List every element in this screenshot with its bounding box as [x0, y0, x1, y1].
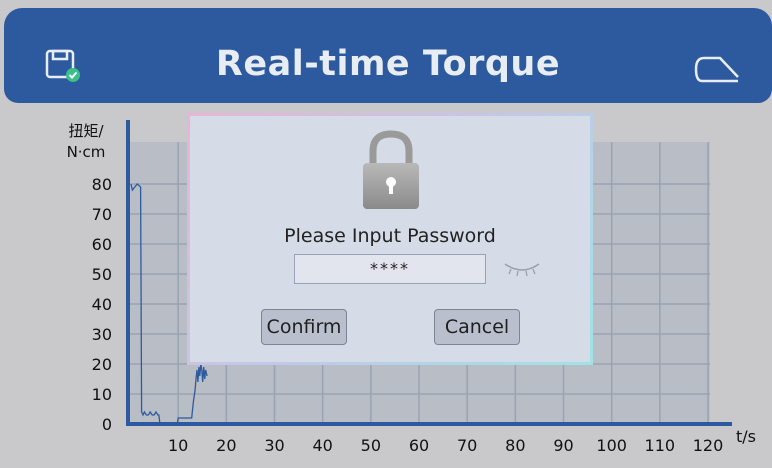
y-tick-labels: 0 10 20 30 40 50 60 70 80 — [92, 175, 112, 434]
x-tick-label: 70 — [457, 436, 477, 455]
lock-icon — [363, 130, 419, 209]
x-tick-label: 120 — [693, 436, 724, 455]
y-axis-label-line2: N·cm — [67, 143, 106, 161]
y-tick-label: 10 — [92, 385, 112, 404]
eye-closed-icon[interactable] — [503, 260, 541, 278]
y-tick-label: 60 — [92, 235, 112, 254]
dialog-title: Please Input Password — [284, 225, 496, 247]
page-title: Real-time Torque — [215, 44, 561, 84]
x-tick-labels: 10 20 30 40 50 60 70 80 90 100 110 120 — [168, 436, 723, 455]
y-tick-label: 30 — [92, 325, 112, 344]
x-tick-label: 90 — [553, 436, 573, 455]
x-tick-label: 60 — [409, 436, 429, 455]
confirm-button[interactable]: Confirm — [261, 309, 347, 345]
title-bar: Real-time Torque — [4, 8, 772, 103]
x-tick-label: 40 — [312, 436, 332, 455]
y-tick-label: 20 — [92, 355, 112, 374]
password-input[interactable]: **** — [294, 254, 486, 284]
y-tick-label: 70 — [92, 205, 112, 224]
x-tick-label: 110 — [645, 436, 676, 455]
x-tick-label: 30 — [264, 436, 284, 455]
x-tick-label: 20 — [216, 436, 236, 455]
x-axis-label: t/s — [736, 427, 756, 446]
y-axis-label-line1: 扭矩/ — [68, 122, 104, 140]
y-tick-label: 40 — [92, 295, 112, 314]
x-tick-label: 80 — [505, 436, 525, 455]
x-tick-label: 100 — [596, 436, 627, 455]
y-tick-label: 80 — [92, 175, 112, 194]
y-tick-label: 0 — [102, 415, 112, 434]
x-tick-label: 10 — [168, 436, 188, 455]
x-tick-label: 50 — [361, 436, 381, 455]
y-tick-label: 50 — [92, 265, 112, 284]
back-icon[interactable] — [694, 55, 742, 85]
cancel-button[interactable]: Cancel — [434, 309, 520, 345]
